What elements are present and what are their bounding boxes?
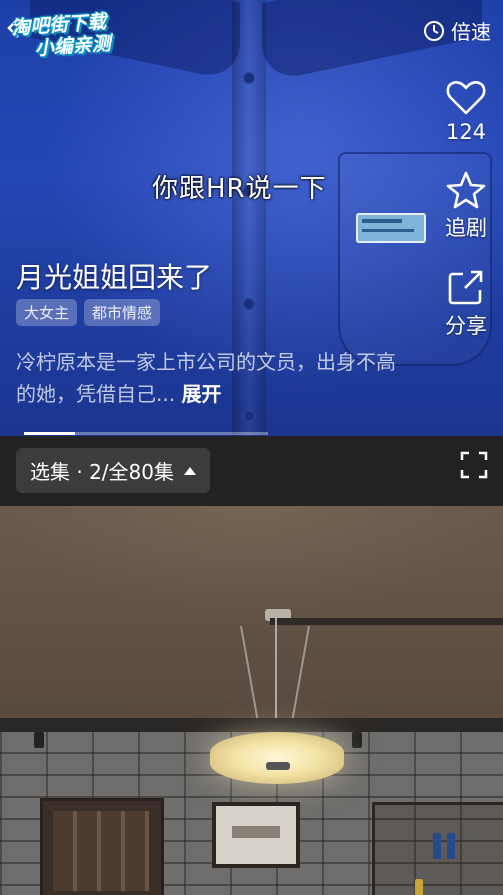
bottle <box>415 879 423 895</box>
bottle <box>447 833 455 859</box>
progress-fill <box>24 432 76 435</box>
tag-chip[interactable]: 都市情感 <box>84 299 161 326</box>
expand-link[interactable]: 展开 <box>181 382 221 406</box>
side-action-bar: 124 追剧 分享 <box>437 78 495 366</box>
star-icon <box>446 171 486 209</box>
episode-selector-button[interactable]: 选集 · 2/全80集 <box>16 448 210 493</box>
ceiling-pipe <box>270 618 503 625</box>
drama-title[interactable]: 月光姐姐回来了 <box>16 256 212 296</box>
spotlight <box>34 732 44 748</box>
shelf <box>372 802 503 895</box>
fullscreen-icon[interactable] <box>459 450 489 480</box>
spotlight <box>352 732 362 748</box>
progress-bar[interactable] <box>24 432 268 435</box>
speed-label: 倍速 <box>451 20 491 44</box>
tag-list: 大女主 都市情感 <box>16 299 161 326</box>
share-button[interactable]: 分享 <box>437 268 495 340</box>
like-button[interactable]: 124 <box>437 78 495 144</box>
video-player-top[interactable]: 淘吧街下载 小编亲测 倍速 124 追剧 分享 你跟HR说一下 月光姐姐回来了 … <box>0 0 503 436</box>
timer-icon <box>424 20 444 41</box>
video-subtitle: 你跟HR说一下 <box>152 174 327 204</box>
follow-label: 追剧 <box>445 216 487 240</box>
wall-picture <box>212 802 300 868</box>
shirt-button <box>243 72 255 84</box>
pendant-lamp <box>210 732 344 784</box>
episode-selector-label: 选集 · 2/全80集 <box>30 460 174 484</box>
shirt-button <box>243 410 255 422</box>
ceiling-rail <box>0 718 503 732</box>
watermark-logo: 淘吧街下载 小编亲测 <box>11 11 112 62</box>
drama-description: 冷柠原本是一家上市公司的文员，出身不高的她，凭借自己... 展开 <box>16 346 406 410</box>
id-badge <box>356 213 426 243</box>
like-count: 124 <box>445 120 487 144</box>
speed-button[interactable]: 倍速 <box>423 16 491 45</box>
shirt-button <box>243 298 255 310</box>
share-icon <box>448 270 483 305</box>
ceiling <box>0 506 503 616</box>
follow-button[interactable]: 追剧 <box>437 170 495 242</box>
tag-chip[interactable]: 大女主 <box>16 299 78 326</box>
caret-up-icon <box>183 466 196 475</box>
video-player-next[interactable] <box>0 506 503 895</box>
episode-bar: 选集 · 2/全80集 <box>0 436 503 506</box>
heart-icon <box>446 81 486 115</box>
bookcase <box>40 798 164 895</box>
bottle <box>433 833 441 859</box>
share-label: 分享 <box>445 314 487 338</box>
